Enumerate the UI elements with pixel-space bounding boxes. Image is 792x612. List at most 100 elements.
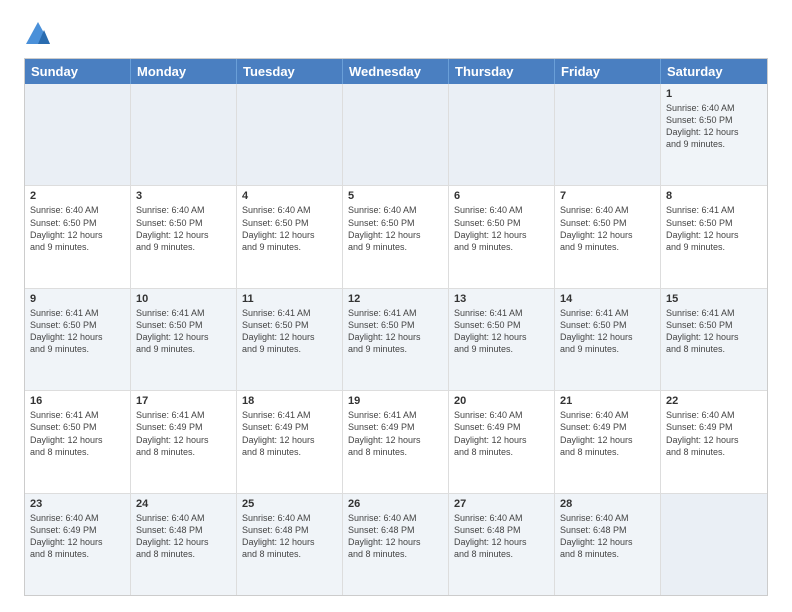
calendar-cell-11: 11Sunrise: 6:41 AM Sunset: 6:50 PM Dayli… xyxy=(237,289,343,390)
day-info: Sunrise: 6:40 AM Sunset: 6:50 PM Dayligh… xyxy=(666,102,762,151)
calendar-cell-3: 3Sunrise: 6:40 AM Sunset: 6:50 PM Daylig… xyxy=(131,186,237,287)
calendar-cell-19: 19 Sunrise: 6:41 AM Sunset: 6:49 PM Dayli… xyxy=(343,391,449,492)
day-info: Sunrise: 6:41 AM Sunset: 6:50 PM Dayligh… xyxy=(666,307,762,356)
day-info: Sunrise: 6:40 AM Sunset: 6:50 PM Dayligh… xyxy=(30,204,125,253)
calendar-cell-6: 6 Sunrise: 6:40 AM Sunset: 6:50 PM Daylig… xyxy=(449,186,555,287)
day-info: Sunrise: 6:40 AM Sunset: 6:49 PM Dayligh… xyxy=(560,409,655,458)
day-info: Sunrise: 6:41 AM Sunset: 6:50 PM Dayligh… xyxy=(454,307,549,356)
header-day-wednesday: Wednesday xyxy=(343,59,449,84)
calendar-cell-1: 1 Sunrise: 6:40 AM Sunset: 6:50 PM Daylig… xyxy=(661,84,767,185)
calendar-cell-21: 21 Sunrise: 6:40 AM Sunset: 6:49 PM Dayli… xyxy=(555,391,661,492)
day-number: 15 xyxy=(666,293,762,305)
day-info: Sunrise: 6:40 AM Sunset: 6:48 PM Dayligh… xyxy=(242,512,337,561)
header-day-monday: Monday xyxy=(131,59,237,84)
calendar-row-3: 16 Sunrise: 6:41 AM Sunset: 6:50 PM Dayli… xyxy=(25,390,767,492)
day-number: 10 xyxy=(136,293,231,305)
day-number: 26 xyxy=(348,498,443,510)
day-info: Sunrise: 6:41 AM Sunset: 6:50 PM Dayligh… xyxy=(666,204,762,253)
day-number: 14 xyxy=(560,293,655,305)
day-info: Sunrise: 6:41 AM Sunset: 6:49 PM Dayligh… xyxy=(348,409,443,458)
calendar-row-2: 9 Sunrise: 6:41 AM Sunset: 6:50 PM Daylig… xyxy=(25,288,767,390)
day-info: Sunrise: 6:41 AM Sunset: 6:50 PM Dayligh… xyxy=(136,307,231,356)
day-info: Sunrise: 6:40 AM Sunset: 6:48 PM Dayligh… xyxy=(136,512,231,561)
day-info: Sunrise: 6:40 AM Sunset: 6:50 PM Dayligh… xyxy=(560,204,655,253)
day-number: 20 xyxy=(454,395,549,407)
day-number: 25 xyxy=(242,498,337,510)
header-day-sunday: Sunday xyxy=(25,59,131,84)
calendar-cell-25: 25 Sunrise: 6:40 AM Sunset: 6:48 PM Dayli… xyxy=(237,494,343,595)
day-info: Sunrise: 6:41 AM Sunset: 6:50 PM Dayligh… xyxy=(30,307,125,356)
page: SundayMondayTuesdayWednesdayThursdayFrid… xyxy=(0,0,792,612)
calendar-cell-empty xyxy=(343,84,449,185)
day-info: Sunrise: 6:41 AM Sunset: 6:49 PM Dayligh… xyxy=(136,409,231,458)
day-number: 12 xyxy=(348,293,443,305)
calendar-cell-empty xyxy=(555,84,661,185)
calendar-cell-23: 23 Sunrise: 6:40 AM Sunset: 6:49 PM Dayli… xyxy=(25,494,131,595)
calendar-cell-22: 22 Sunrise: 6:40 AM Sunset: 6:49 PM Dayli… xyxy=(661,391,767,492)
calendar-cell-27: 27 Sunrise: 6:40 AM Sunset: 6:48 PM Dayli… xyxy=(449,494,555,595)
day-number: 28 xyxy=(560,498,655,510)
day-number: 16 xyxy=(30,395,125,407)
calendar-cell-4: 4 Sunrise: 6:40 AM Sunset: 6:50 PM Daylig… xyxy=(237,186,343,287)
calendar-cell-empty xyxy=(25,84,131,185)
logo-icon xyxy=(24,20,52,48)
day-number: 6 xyxy=(454,190,549,202)
day-number: 24 xyxy=(136,498,231,510)
day-info: Sunrise: 6:40 AM Sunset: 6:48 PM Dayligh… xyxy=(454,512,549,561)
calendar-cell-28: 28 Sunrise: 6:40 AM Sunset: 6:48 PM Dayli… xyxy=(555,494,661,595)
calendar-cell-18: 18 Sunrise: 6:41 AM Sunset: 6:49 PM Dayli… xyxy=(237,391,343,492)
calendar-body: 1 Sunrise: 6:40 AM Sunset: 6:50 PM Daylig… xyxy=(25,84,767,595)
calendar-row-4: 23 Sunrise: 6:40 AM Sunset: 6:49 PM Dayli… xyxy=(25,493,767,595)
calendar-row-1: 2 Sunrise: 6:40 AM Sunset: 6:50 PM Daylig… xyxy=(25,185,767,287)
day-number: 4 xyxy=(242,190,337,202)
day-info: Sunrise: 6:41 AM Sunset: 6:49 PM Dayligh… xyxy=(242,409,337,458)
day-number: 7 xyxy=(560,190,655,202)
header-day-friday: Friday xyxy=(555,59,661,84)
day-number: 5 xyxy=(348,190,443,202)
day-info: Sunrise: 6:40 AM Sunset: 6:50 PM Dayligh… xyxy=(454,204,549,253)
calendar-cell-17: 17Sunrise: 6:41 AM Sunset: 6:49 PM Dayli… xyxy=(131,391,237,492)
day-number: 2 xyxy=(30,190,125,202)
day-info: Sunrise: 6:40 AM Sunset: 6:50 PM Dayligh… xyxy=(242,204,337,253)
calendar-cell-5: 5 Sunrise: 6:40 AM Sunset: 6:50 PM Daylig… xyxy=(343,186,449,287)
day-info: Sunrise: 6:40 AM Sunset: 6:48 PM Dayligh… xyxy=(560,512,655,561)
header-day-saturday: Saturday xyxy=(661,59,767,84)
day-number: 8 xyxy=(666,190,762,202)
day-info: Sunrise: 6:40 AM Sunset: 6:50 PM Dayligh… xyxy=(348,204,443,253)
header-day-thursday: Thursday xyxy=(449,59,555,84)
day-number: 27 xyxy=(454,498,549,510)
day-number: 23 xyxy=(30,498,125,510)
day-number: 1 xyxy=(666,88,762,100)
calendar: SundayMondayTuesdayWednesdayThursdayFrid… xyxy=(24,58,768,596)
day-info: Sunrise: 6:40 AM Sunset: 6:49 PM Dayligh… xyxy=(30,512,125,561)
day-number: 22 xyxy=(666,395,762,407)
calendar-cell-20: 20Sunrise: 6:40 AM Sunset: 6:49 PM Dayli… xyxy=(449,391,555,492)
header-day-tuesday: Tuesday xyxy=(237,59,343,84)
calendar-cell-10: 10 Sunrise: 6:41 AM Sunset: 6:50 PM Dayli… xyxy=(131,289,237,390)
calendar-cell-8: 8 Sunrise: 6:41 AM Sunset: 6:50 PM Daylig… xyxy=(661,186,767,287)
day-info: Sunrise: 6:40 AM Sunset: 6:50 PM Dayligh… xyxy=(136,204,231,253)
calendar-cell-24: 24 Sunrise: 6:40 AM Sunset: 6:48 PM Dayli… xyxy=(131,494,237,595)
calendar-row-0: 1 Sunrise: 6:40 AM Sunset: 6:50 PM Daylig… xyxy=(25,84,767,185)
day-info: Sunrise: 6:41 AM Sunset: 6:50 PM Dayligh… xyxy=(348,307,443,356)
calendar-cell-empty xyxy=(661,494,767,595)
calendar-cell-15: 15 Sunrise: 6:41 AM Sunset: 6:50 PM Dayli… xyxy=(661,289,767,390)
day-number: 21 xyxy=(560,395,655,407)
calendar-cell-9: 9 Sunrise: 6:41 AM Sunset: 6:50 PM Daylig… xyxy=(25,289,131,390)
calendar-cell-7: 7 Sunrise: 6:40 AM Sunset: 6:50 PM Daylig… xyxy=(555,186,661,287)
day-info: Sunrise: 6:40 AM Sunset: 6:48 PM Dayligh… xyxy=(348,512,443,561)
day-number: 13 xyxy=(454,293,549,305)
day-info: Sunrise: 6:41 AM Sunset: 6:50 PM Dayligh… xyxy=(30,409,125,458)
calendar-cell-14: 14 Sunrise: 6:41 AM Sunset: 6:50 PM Dayli… xyxy=(555,289,661,390)
day-number: 9 xyxy=(30,293,125,305)
calendar-header: SundayMondayTuesdayWednesdayThursdayFrid… xyxy=(25,59,767,84)
day-info: Sunrise: 6:41 AM Sunset: 6:50 PM Dayligh… xyxy=(560,307,655,356)
logo xyxy=(24,20,56,48)
day-number: 19 xyxy=(348,395,443,407)
day-info: Sunrise: 6:40 AM Sunset: 6:49 PM Dayligh… xyxy=(666,409,762,458)
day-number: 18 xyxy=(242,395,337,407)
header xyxy=(24,20,768,48)
calendar-cell-12: 12 Sunrise: 6:41 AM Sunset: 6:50 PM Dayli… xyxy=(343,289,449,390)
day-number: 11 xyxy=(242,293,337,305)
calendar-cell-13: 13 Sunrise: 6:41 AM Sunset: 6:50 PM Dayli… xyxy=(449,289,555,390)
